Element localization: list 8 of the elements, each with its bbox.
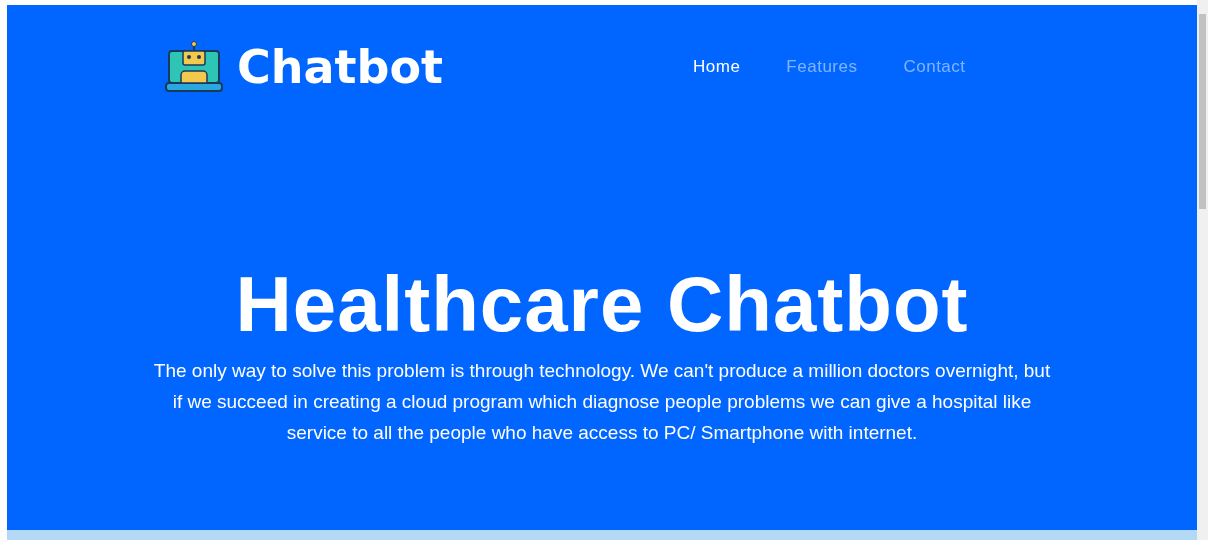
nav-link[interactable]: Features bbox=[786, 57, 858, 77]
nav-link[interactable]: Home bbox=[693, 57, 741, 77]
hero-title: Healthcare Chatbot bbox=[234, 259, 970, 349]
robot-laptop-icon bbox=[165, 41, 223, 93]
hero-description: The only way to solve this problem is through technology. We can't produce a million doctors overnight, but if we succeed in creating a cloud program which diagnose people problems we can give a hospital like service to all the people who have access to PC/ Smartphone with internet. bbox=[152, 359, 1052, 445]
scrollbar[interactable] bbox=[1197, 0, 1208, 540]
nav-link[interactable]: Contact bbox=[903, 57, 966, 77]
brand-name: Chatbot bbox=[237, 40, 444, 94]
